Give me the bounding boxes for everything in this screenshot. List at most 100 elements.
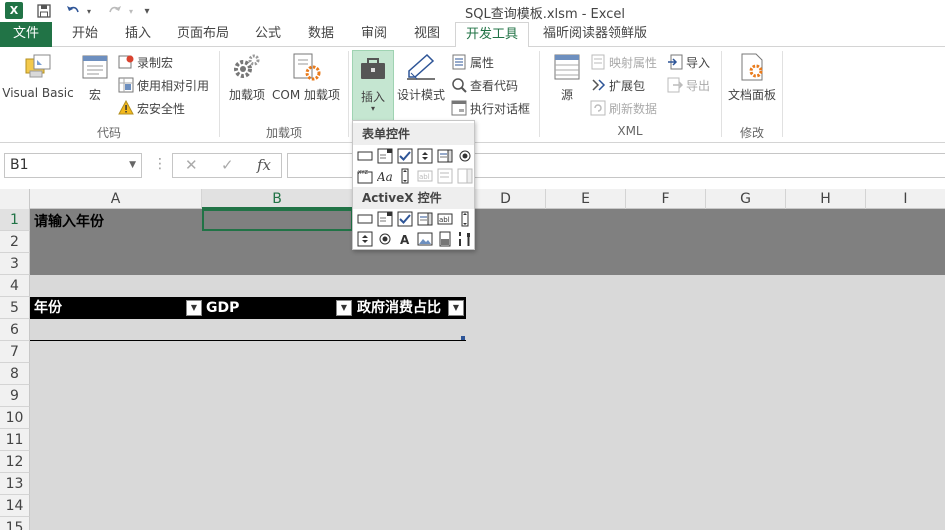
column-header-a[interactable]: A — [30, 189, 202, 209]
macros-label: 宏 — [88, 88, 101, 102]
more-controls-icon[interactable] — [457, 231, 473, 247]
activex-label-icon[interactable]: A — [397, 231, 413, 247]
view-code-button[interactable]: 查看代码 — [451, 75, 518, 95]
activex-image-icon[interactable] — [417, 231, 433, 247]
formula-bar-grip-icon[interactable]: ⋮ — [153, 156, 167, 172]
tab-home[interactable]: 开始 — [62, 22, 108, 47]
chevron-down-icon[interactable]: ▼ — [129, 154, 136, 177]
design-mode-label: 设计模式 — [396, 88, 445, 102]
row-header-4[interactable]: 4 — [0, 275, 30, 297]
column-header-i[interactable]: I — [866, 189, 945, 209]
record-macro-button[interactable]: 录制宏 — [118, 52, 173, 72]
row-header-8[interactable]: 8 — [0, 363, 30, 385]
tab-foxit[interactable]: 福昕阅读器领鲜版 — [540, 22, 650, 47]
cell-a1[interactable]: 请输入年份 — [34, 211, 104, 231]
run-dialog-button[interactable]: 执行对话框 — [451, 98, 530, 118]
activex-toggle-button-icon[interactable] — [437, 231, 453, 247]
activex-combo-box-icon[interactable] — [377, 211, 393, 227]
tab-insert[interactable]: 插入 — [115, 22, 161, 47]
select-all-corner[interactable] — [0, 189, 30, 209]
column-header-b[interactable]: B — [202, 189, 353, 209]
column-header-d[interactable]: D — [466, 189, 546, 209]
expansion-packs-button[interactable]: 扩展包 — [590, 75, 645, 95]
label-control-icon[interactable]: Aa — [377, 168, 393, 184]
row-header-12[interactable]: 12 — [0, 451, 30, 473]
visual-basic-button[interactable]: Visual Basic — [2, 51, 74, 100]
visual-basic-icon — [25, 54, 51, 78]
table-row[interactable] — [30, 319, 466, 341]
option-button-control-icon[interactable] — [457, 148, 473, 164]
spin-button-control-icon[interactable] — [417, 148, 433, 164]
xml-source-button[interactable]: 源 — [548, 51, 586, 103]
activex-checkbox-icon[interactable] — [397, 211, 413, 227]
activex-option-button-icon[interactable] — [377, 231, 393, 247]
tab-file[interactable]: 文件 — [0, 22, 52, 47]
filter-dropdown-icon[interactable]: ▼ — [336, 300, 352, 316]
list-box-control-icon[interactable] — [437, 148, 453, 164]
filter-dropdown-icon[interactable]: ▼ — [186, 300, 202, 316]
button-control-icon[interactable] — [357, 148, 373, 164]
tab-developer[interactable]: 开发工具 — [455, 22, 529, 48]
row-header-5[interactable]: 5 — [0, 297, 30, 319]
column-header-e[interactable]: E — [546, 189, 626, 209]
tab-view[interactable]: 视图 — [404, 22, 450, 47]
view-code-label: 查看代码 — [470, 78, 519, 93]
tab-data[interactable]: 数据 — [298, 22, 344, 47]
run-dialog-icon — [451, 100, 467, 116]
insert-function-icon[interactable]: fx — [257, 156, 271, 174]
xml-import-button[interactable]: 导入 — [667, 52, 710, 72]
column-header-f[interactable]: F — [626, 189, 706, 209]
activex-scroll-bar-icon[interactable] — [457, 211, 473, 227]
tab-page-layout[interactable]: 页面布局 — [170, 22, 236, 47]
map-properties-button[interactable]: 映射属性 — [590, 52, 657, 72]
xml-import-label: 导入 — [686, 55, 711, 70]
activex-text-box-icon[interactable]: abl — [437, 211, 453, 227]
enter-icon[interactable]: ✓ — [221, 156, 234, 174]
group-separator — [348, 51, 349, 137]
column-header-g[interactable]: G — [706, 189, 786, 209]
com-addins-button[interactable]: COM 加载项 — [270, 51, 342, 103]
row-header-3[interactable]: 3 — [0, 253, 30, 275]
row-header-9[interactable]: 9 — [0, 385, 30, 407]
macros-button[interactable]: 宏 — [78, 51, 112, 103]
combo-box-control-icon[interactable] — [377, 148, 393, 164]
macro-security-button[interactable]: 宏安全性 — [118, 98, 185, 118]
filter-dropdown-icon[interactable]: ▼ — [448, 300, 464, 316]
row-header-11[interactable]: 11 — [0, 429, 30, 451]
name-box[interactable]: B1 ▼ — [4, 153, 142, 178]
activex-spin-button-icon[interactable] — [357, 231, 373, 247]
group-box-control-icon[interactable]: XYZ — [357, 168, 373, 184]
row-header-7[interactable]: 7 — [0, 341, 30, 363]
design-mode-button[interactable]: 设计模式 — [396, 51, 446, 103]
cancel-icon[interactable]: ✕ — [185, 156, 198, 174]
row-header-2[interactable]: 2 — [0, 231, 30, 253]
insert-controls-button[interactable]: 插入 ▾ — [352, 50, 394, 122]
text-field-control-icon[interactable]: abl — [417, 168, 433, 184]
row-header-13[interactable]: 13 — [0, 473, 30, 495]
table-resize-handle[interactable] — [461, 336, 465, 340]
row-header-1[interactable]: 1 — [0, 209, 30, 231]
row-header-6[interactable]: 6 — [0, 319, 30, 341]
relative-reference-button[interactable]: 使用相对引用 — [118, 75, 209, 95]
document-panel-icon — [741, 53, 763, 81]
scroll-bar-control-icon[interactable] — [397, 168, 413, 184]
row-header-14[interactable]: 14 — [0, 495, 30, 517]
tab-review[interactable]: 审阅 — [351, 22, 397, 47]
addins-button[interactable]: 加载项 — [225, 51, 269, 103]
properties-button[interactable]: 属性 — [451, 52, 494, 72]
record-macro-icon — [118, 55, 134, 69]
document-panel-button[interactable]: 文档面板 — [726, 51, 778, 103]
activex-command-button-icon[interactable] — [357, 211, 373, 227]
row-header-15[interactable]: 15 — [0, 517, 30, 530]
active-cell-b1[interactable] — [202, 209, 353, 231]
combo-list-edit-control-icon[interactable] — [437, 168, 453, 184]
row-header-10[interactable]: 10 — [0, 407, 30, 429]
tab-formulas[interactable]: 公式 — [245, 22, 291, 47]
activex-list-box-icon[interactable] — [417, 211, 433, 227]
checkbox-control-icon[interactable] — [397, 148, 413, 164]
com-addins-label: COM 加载项 — [272, 88, 340, 102]
refresh-data-button[interactable]: 刷新数据 — [590, 98, 657, 118]
column-header-h[interactable]: H — [786, 189, 866, 209]
combo-dropdown-edit-control-icon[interactable] — [457, 168, 473, 184]
xml-export-button[interactable]: 导出 — [667, 75, 710, 95]
